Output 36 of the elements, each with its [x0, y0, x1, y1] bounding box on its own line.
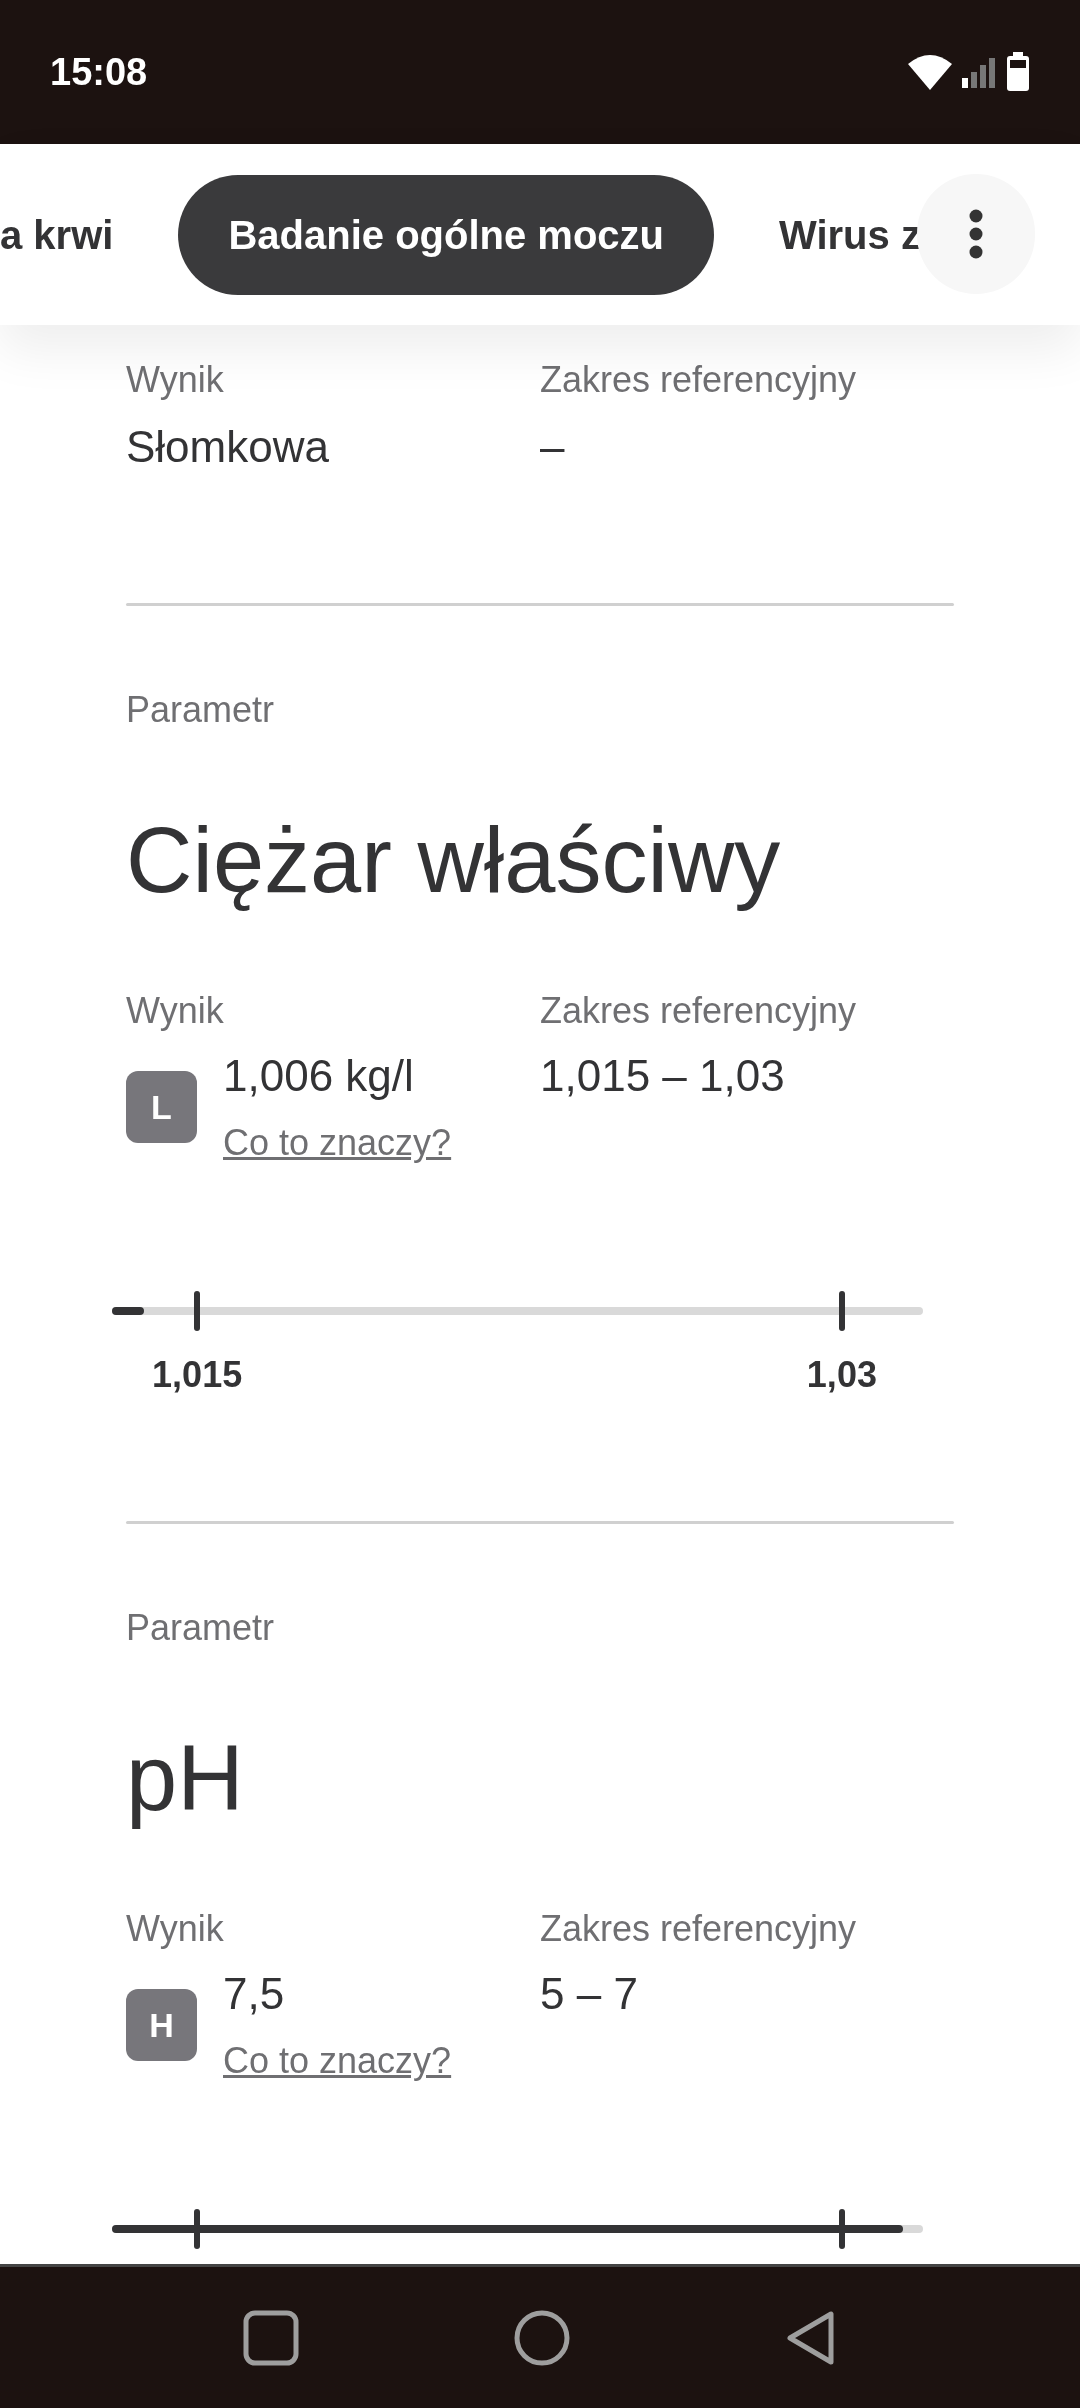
tab[interactable]: a krwi [0, 174, 114, 295]
result-label: Wynik [126, 989, 225, 1033]
tab[interactable]: Badanie ogólne moczu [178, 174, 714, 295]
range-low-label: 1,015 [152, 1353, 243, 1397]
result-value: 7,5 [223, 1968, 286, 2020]
status-time: 15:08 [50, 49, 148, 95]
range-tick [838, 1291, 845, 1331]
range-label: Zakres referencyjny [540, 358, 858, 402]
range-value: 1,015 – 1,03 [540, 1050, 786, 1102]
wifi-icon [908, 54, 952, 90]
battery-icon [1006, 52, 1030, 92]
tab[interactable]: Wirus z [779, 174, 921, 295]
flag-badge: H [126, 1989, 197, 2061]
signal-icon [962, 56, 996, 88]
range-label: Zakres referencyjny [540, 1907, 858, 1951]
result-value: 1,006 kg/l [223, 1050, 415, 1102]
parameter-name: pH [126, 1726, 245, 1831]
parameter-label: Parametr [126, 1606, 276, 1650]
result-value: Słomkowa [126, 421, 330, 473]
flag-badge: L [126, 1071, 197, 1143]
range-label: Zakres referencyjny [540, 989, 858, 1033]
home-icon[interactable] [514, 2309, 570, 2366]
range-value: – [540, 421, 566, 473]
range-high-label: 1,03 [806, 1353, 877, 1397]
parameter-name: Ciężar właściwy [126, 808, 782, 913]
more-icon [969, 209, 983, 259]
range-value: 5 – 7 [540, 1968, 639, 2020]
range-tick [194, 2209, 201, 2249]
range-tick [838, 2209, 845, 2249]
parameter-label: Parametr [126, 688, 276, 732]
range-tick [194, 1291, 201, 1331]
recents-icon[interactable] [242, 2309, 299, 2366]
result-label: Wynik [126, 1907, 225, 1951]
explain-link[interactable]: Co to znaczy? [223, 2037, 452, 2085]
explain-link[interactable]: Co to znaczy? [223, 1119, 452, 1167]
result-label: Wynik [126, 358, 225, 402]
